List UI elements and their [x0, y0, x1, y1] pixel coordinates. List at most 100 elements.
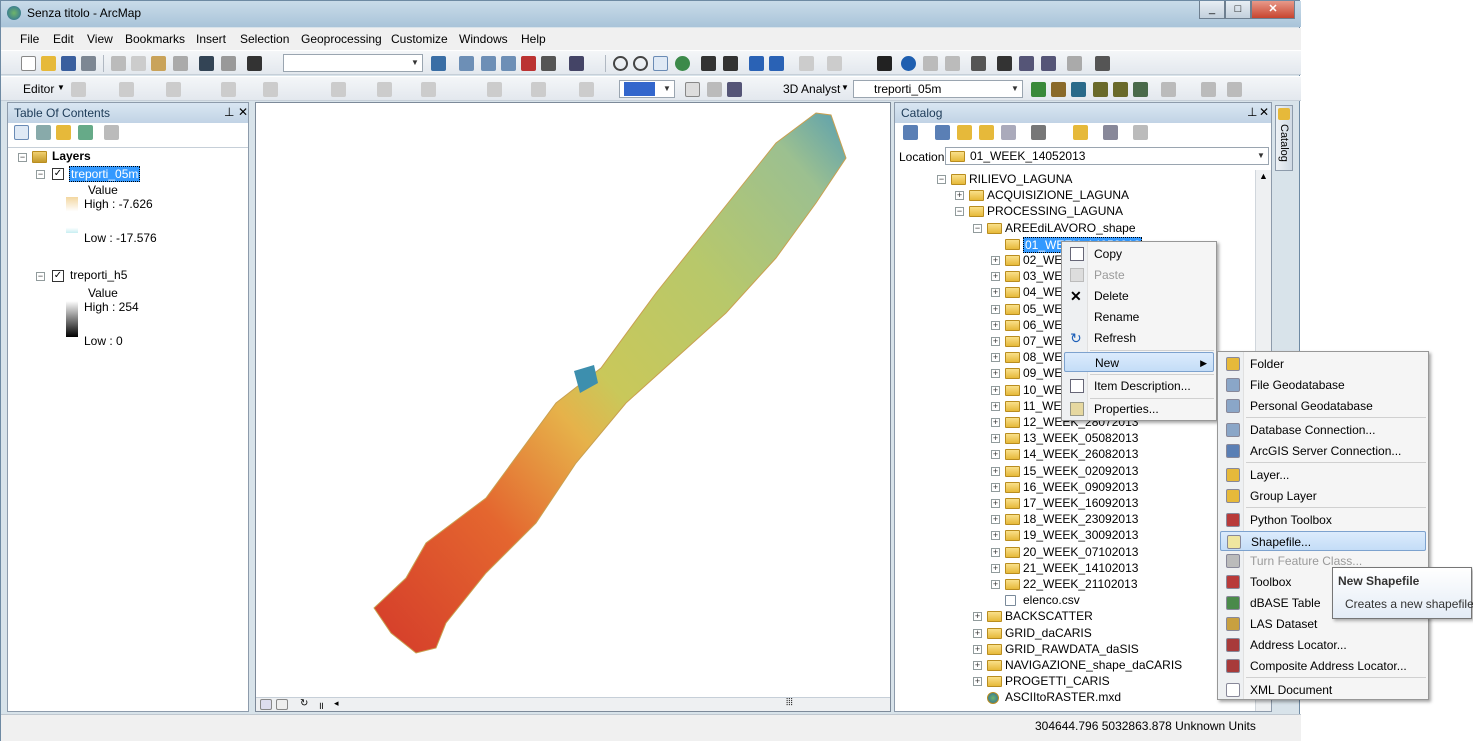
tree-root[interactable]: RILIEVO_LAGUNA	[969, 172, 1072, 186]
back-icon[interactable]	[749, 56, 764, 71]
interpolate-point-icon[interactable]	[1093, 82, 1108, 97]
create-viewer-icon[interactable]	[1095, 56, 1110, 71]
home-icon[interactable]	[979, 125, 994, 140]
views-icon[interactable]	[1031, 125, 1046, 140]
zoom-out-icon[interactable]	[633, 56, 648, 71]
measure-icon[interactable]	[971, 56, 986, 71]
data-view-icon[interactable]	[260, 699, 272, 710]
close-icon[interactable]: ✕	[238, 105, 248, 119]
options-icon[interactable]	[104, 125, 119, 140]
expand-button[interactable]: +	[973, 612, 982, 622]
find-icon[interactable]	[997, 56, 1012, 71]
expand-button[interactable]: +	[991, 304, 1000, 314]
rotate-icon[interactable]	[263, 82, 278, 97]
menu-help[interactable]: Help	[521, 32, 546, 46]
menu-bookmarks[interactable]: Bookmarks	[125, 32, 185, 46]
layer-2-name[interactable]: treporti_h5	[70, 268, 127, 282]
expand-button[interactable]: +	[991, 401, 1000, 411]
save-icon[interactable]	[61, 56, 76, 71]
expand-button[interactable]: +	[973, 628, 982, 638]
search-window-icon[interactable]	[501, 56, 516, 71]
menu-item-new[interactable]: New ▶	[1064, 352, 1214, 372]
catalog-side-tab[interactable]: Catalog	[1275, 105, 1293, 171]
collapse-button[interactable]: −	[973, 223, 982, 233]
contour-icon[interactable]	[1031, 82, 1046, 97]
layout-pan-icon[interactable]	[531, 82, 546, 97]
menu-view[interactable]: View	[87, 32, 113, 46]
collapse-button[interactable]: −	[937, 175, 946, 184]
split-icon[interactable]	[221, 82, 236, 97]
back-icon[interactable]	[903, 125, 918, 140]
maximize-button[interactable]: □	[1225, 1, 1251, 19]
profile-graph-icon[interactable]	[1161, 82, 1176, 97]
tree-week[interactable]: 16_WEEK_09092013	[1023, 480, 1138, 494]
tree-week[interactable]: 13_WEEK_05082013	[1023, 431, 1138, 445]
chevron-down-icon[interactable]: ▼	[57, 83, 65, 92]
menu-geoprocessing[interactable]: Geoprocessing	[301, 32, 382, 46]
fixed-zoom-out-icon[interactable]	[723, 56, 738, 71]
menu-item-address-locator[interactable]: Address Locator...	[1220, 635, 1426, 655]
arctoolbox-icon[interactable]	[521, 56, 536, 71]
list-by-selection-icon[interactable]	[78, 125, 93, 140]
steepest-path-icon[interactable]	[1051, 82, 1066, 97]
tree-folder[interactable]: GRID_RAWDATA_daSIS	[1005, 642, 1139, 656]
menu-item-properties[interactable]: Properties...	[1064, 399, 1214, 419]
collapse-layers[interactable]: −	[18, 153, 27, 162]
toggle-draft-icon[interactable]	[685, 82, 700, 97]
expand-button[interactable]: +	[991, 547, 1000, 557]
expand-button[interactable]: +	[991, 337, 1000, 346]
zoom-in-icon[interactable]	[613, 56, 628, 71]
python-icon[interactable]	[541, 56, 556, 71]
model-builder-icon[interactable]	[569, 56, 584, 71]
hyperlink-icon[interactable]	[923, 56, 938, 71]
menu-customize[interactable]: Customize	[391, 32, 448, 46]
go-to-xy-icon[interactable]	[1041, 56, 1056, 71]
scale-combo[interactable]: ▼	[283, 54, 423, 72]
list-by-drawing-order-icon[interactable]	[14, 125, 29, 140]
expand-button[interactable]: +	[991, 499, 1000, 508]
pin-icon[interactable]: ⊥	[1247, 105, 1257, 119]
expand-button[interactable]: +	[991, 482, 1000, 492]
tree-week[interactable]: 14_WEEK_26082013	[1023, 447, 1138, 461]
editor-toolbar-icon[interactable]	[431, 56, 446, 71]
layer-1-name[interactable]: treporti_05m	[69, 166, 141, 182]
expand-button[interactable]: +	[991, 563, 1000, 573]
tree-week[interactable]: 15_WEEK_02092013	[1023, 464, 1138, 478]
menu-item-personal-geodatabase[interactable]: Personal Geodatabase	[1220, 396, 1426, 416]
change-layout-icon[interactable]	[727, 82, 742, 97]
select-elements-icon[interactable]	[877, 56, 892, 71]
collapse-button[interactable]: −	[955, 207, 964, 217]
layout-icon[interactable]	[459, 56, 474, 71]
tree-acquisizione[interactable]: ACQUISIZIONE_LAGUNA	[987, 188, 1129, 202]
expand-button[interactable]: +	[991, 418, 1000, 427]
fixed-zoom-in-icon[interactable]	[701, 56, 716, 71]
menu-item-delete[interactable]: ✕ Delete	[1064, 286, 1214, 306]
delete-icon[interactable]	[173, 56, 188, 71]
focus-frame-icon[interactable]	[707, 82, 722, 97]
launch-arccatalog-icon[interactable]	[1073, 125, 1088, 140]
copy-icon[interactable]	[131, 56, 146, 71]
tree-mxd[interactable]: ASCIItoRASTER.mxd	[1005, 690, 1121, 704]
list-by-source-icon[interactable]	[36, 125, 51, 140]
edit-tool-icon[interactable]	[71, 82, 86, 97]
toggle-tree-icon[interactable]	[1103, 125, 1118, 140]
identify-icon[interactable]	[901, 56, 916, 71]
menu-item-refresh[interactable]: ↻ Refresh	[1064, 328, 1214, 348]
collapse-layer-1[interactable]: −	[36, 170, 45, 179]
attributes-icon[interactable]	[331, 82, 346, 97]
expand-button[interactable]: +	[991, 580, 1000, 589]
menu-item-shapefile[interactable]: Shapefile...	[1220, 531, 1426, 551]
menu-item-paste[interactable]: Paste	[1064, 265, 1214, 285]
straight-segment-icon[interactable]	[119, 82, 134, 97]
editor-menu[interactable]: Editor	[23, 82, 54, 96]
tree-folder[interactable]: NAVIGAZIONE_shape_daCARIS	[1005, 658, 1182, 672]
close-button[interactable]: ✕	[1251, 1, 1295, 19]
expand-button[interactable]: +	[991, 434, 1000, 444]
options-icon[interactable]	[1133, 125, 1148, 140]
arcscene-icon[interactable]	[1201, 82, 1216, 97]
chevron-down-icon[interactable]: ▼	[1254, 148, 1268, 164]
tree-folder[interactable]: PROGETTI_CARIS	[1005, 674, 1110, 688]
paste-icon[interactable]	[151, 56, 166, 71]
collapse-layer-2[interactable]: −	[36, 272, 45, 281]
expand-button[interactable]: +	[973, 644, 982, 654]
